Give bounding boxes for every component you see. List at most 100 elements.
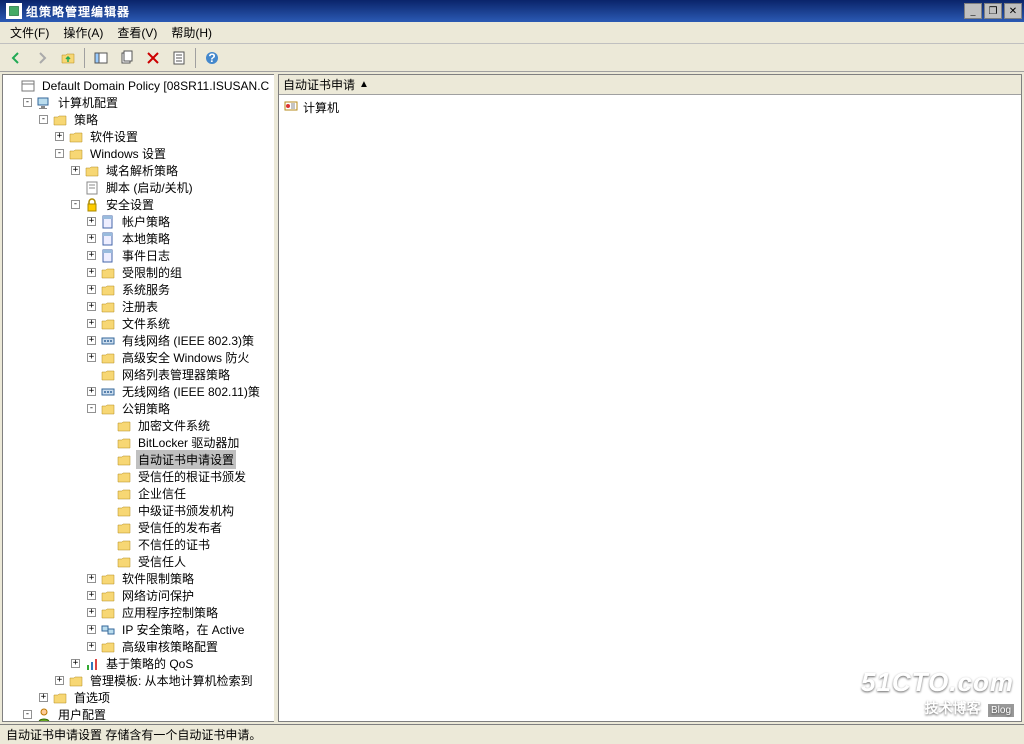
twist-spacer (71, 183, 80, 192)
tree-node[interactable]: 中级证书颁发机构 (3, 502, 274, 519)
menu-view[interactable]: 查看(V) (111, 22, 163, 43)
expand-icon[interactable]: + (87, 642, 96, 651)
tree-node[interactable]: +系统服务 (3, 281, 274, 298)
tree-node[interactable]: 网络列表管理器策略 (3, 366, 274, 383)
expand-icon[interactable]: + (87, 387, 96, 396)
column-header[interactable]: 自动证书申请 ▲ (279, 75, 1021, 95)
expand-icon[interactable]: + (87, 608, 96, 617)
net-icon (100, 384, 116, 400)
maximize-button[interactable]: ❐ (984, 3, 1002, 19)
delete-button[interactable] (141, 46, 165, 70)
back-button[interactable] (4, 46, 28, 70)
tree-node[interactable]: +基于策略的 QoS (3, 655, 274, 672)
collapse-icon[interactable]: - (39, 115, 48, 124)
tree-node[interactable]: +无线网络 (IEEE 802.11)策 (3, 383, 274, 400)
tree-node[interactable]: Default Domain Policy [08SR11.ISUSAN.C (3, 77, 274, 94)
expand-icon[interactable]: + (87, 353, 96, 362)
tree-node[interactable]: -公钥策略 (3, 400, 274, 417)
tree-node[interactable]: +文件系统 (3, 315, 274, 332)
expand-icon[interactable]: + (55, 676, 64, 685)
toolbar-separator (84, 48, 85, 68)
minimize-button[interactable]: _ (964, 3, 982, 19)
tree-node[interactable]: +高级审核策略配置 (3, 638, 274, 655)
tree-node[interactable]: 受信任人 (3, 553, 274, 570)
up-button[interactable] (56, 46, 80, 70)
expand-icon[interactable]: + (71, 659, 80, 668)
expand-icon[interactable]: + (55, 132, 64, 141)
tree-node[interactable]: 自动证书申请设置 (3, 451, 274, 468)
list-view[interactable]: 计算机 (279, 95, 1021, 721)
tree-node[interactable]: -策略 (3, 111, 274, 128)
tree-node[interactable]: 脚本 (启动/关机) (3, 179, 274, 196)
tree-node[interactable]: +网络访问保护 (3, 587, 274, 604)
tree-node[interactable]: 受信任的根证书颁发 (3, 468, 274, 485)
tree-node[interactable]: - 用户配置 (3, 706, 274, 722)
tree-node[interactable]: +受限制的组 (3, 264, 274, 281)
tree-node[interactable]: +管理模板: 从本地计算机检索到 (3, 672, 274, 689)
folder-icon (100, 316, 116, 332)
tree-node[interactable]: 加密文件系统 (3, 417, 274, 434)
tree-node[interactable]: 不信任的证书 (3, 536, 274, 553)
forward-button[interactable] (30, 46, 54, 70)
list-item[interactable]: 计算机 (281, 97, 1019, 118)
expand-icon[interactable]: + (87, 234, 96, 243)
collapse-icon[interactable]: - (23, 98, 32, 107)
expand-icon[interactable]: + (87, 574, 96, 583)
export-button[interactable] (115, 46, 139, 70)
collapse-icon[interactable]: - (55, 149, 64, 158)
menu-help[interactable]: 帮助(H) (165, 22, 218, 43)
folder-icon (116, 452, 132, 468)
expand-icon[interactable]: + (87, 251, 96, 260)
menu-action[interactable]: 操作(A) (57, 22, 109, 43)
tree-node[interactable]: +首选项 (3, 689, 274, 706)
tree-node[interactable]: +域名解析策略 (3, 162, 274, 179)
show-pane-button[interactable] (89, 46, 113, 70)
folder-icon (100, 639, 116, 655)
expand-icon[interactable]: + (39, 693, 48, 702)
tree-node[interactable]: +本地策略 (3, 230, 274, 247)
expand-icon[interactable]: + (87, 217, 96, 226)
collapse-icon[interactable]: - (87, 404, 96, 413)
tree-node[interactable]: 企业信任 (3, 485, 274, 502)
expand-icon[interactable]: + (71, 166, 80, 175)
expand-icon[interactable]: + (87, 625, 96, 634)
expand-icon[interactable]: + (87, 302, 96, 311)
properties-button[interactable] (167, 46, 191, 70)
twist-spacer (87, 370, 96, 379)
tree-node[interactable]: -安全设置 (3, 196, 274, 213)
tree-node[interactable]: +软件设置 (3, 128, 274, 145)
folder-icon (100, 605, 116, 621)
close-button[interactable]: ✕ (1004, 3, 1022, 19)
expand-icon[interactable]: + (87, 336, 96, 345)
tree-node[interactable]: +软件限制策略 (3, 570, 274, 587)
status-text: 自动证书申请设置 存储含有一个自动证书申请。 (6, 726, 261, 743)
tree-node[interactable]: BitLocker 驱动器加 (3, 434, 274, 451)
titlebar: 组策略管理编辑器 _ ❐ ✕ (0, 0, 1024, 22)
menu-file[interactable]: 文件(F) (4, 22, 55, 43)
app-icon (6, 3, 22, 19)
tree-node[interactable]: +帐户策略 (3, 213, 274, 230)
tree-pane[interactable]: Default Domain Policy [08SR11.ISUSAN.C-计… (2, 74, 274, 722)
expand-icon[interactable]: + (87, 285, 96, 294)
tree-node[interactable]: +注册表 (3, 298, 274, 315)
tree-node[interactable]: -计算机配置 (3, 94, 274, 111)
tree-node[interactable]: -Windows 设置 (3, 145, 274, 162)
collapse-icon[interactable]: - (23, 710, 32, 719)
twist-spacer (103, 540, 112, 549)
tree-node[interactable]: +有线网络 (IEEE 802.3)策 (3, 332, 274, 349)
expand-icon[interactable]: + (87, 319, 96, 328)
tree-node-label: 用户配置 (56, 705, 108, 722)
sec-icon (84, 197, 100, 213)
folder-icon (116, 486, 132, 502)
ipsec-icon (100, 622, 116, 638)
tree-node[interactable]: +事件日志 (3, 247, 274, 264)
collapse-icon[interactable]: - (71, 200, 80, 209)
expand-icon[interactable]: + (87, 591, 96, 600)
expand-icon[interactable]: + (87, 268, 96, 277)
tree-node[interactable]: +应用程序控制策略 (3, 604, 274, 621)
tree-node[interactable]: +高级安全 Windows 防火 (3, 349, 274, 366)
folder-icon (100, 299, 116, 315)
help-button[interactable]: ? (200, 46, 224, 70)
tree-node[interactable]: 受信任的发布者 (3, 519, 274, 536)
tree-node[interactable]: +IP 安全策略，在 Active (3, 621, 274, 638)
